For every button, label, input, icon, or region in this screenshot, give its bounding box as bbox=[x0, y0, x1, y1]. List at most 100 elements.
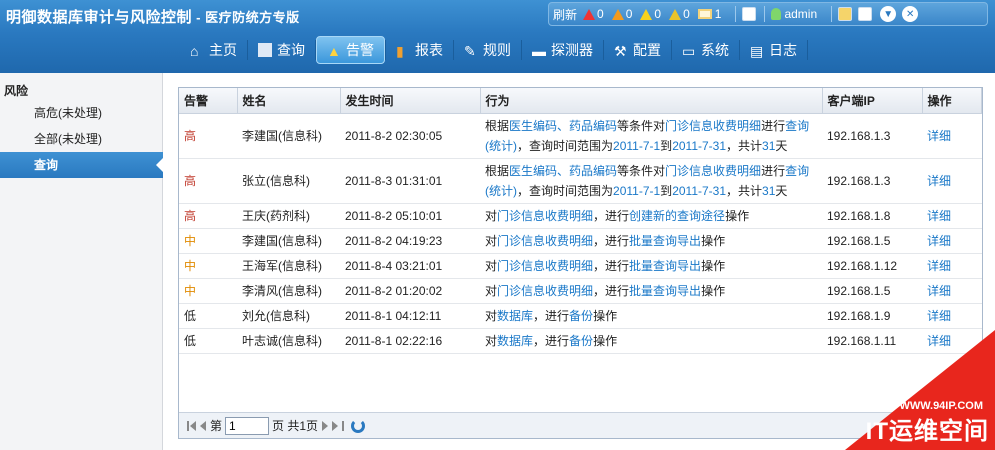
name-cell: 刘允(信息科) bbox=[237, 303, 340, 329]
window-icon[interactable] bbox=[742, 7, 757, 21]
behavior-link[interactable]: 门诊信息收费明细 bbox=[497, 234, 593, 248]
time-cell: 2011-8-2 04:19:23 bbox=[340, 228, 480, 254]
col-level[interactable]: 告警 bbox=[179, 88, 238, 114]
behavior-link[interactable]: 医生编码、药品编码 bbox=[509, 119, 617, 133]
prev-page-icon[interactable] bbox=[200, 420, 206, 431]
nav-config[interactable]: ⚒ 配置 bbox=[604, 35, 671, 65]
behavior-link[interactable]: 备份 bbox=[569, 309, 593, 323]
document-icon: ▤ bbox=[750, 43, 764, 59]
detail-link[interactable]: 详细 bbox=[922, 278, 982, 304]
level-cell: 高 bbox=[179, 158, 237, 204]
detail-link[interactable]: 详细 bbox=[922, 303, 982, 329]
col-ip[interactable]: 客户端IP bbox=[822, 88, 923, 114]
behavior-link[interactable]: 批量查询导出 bbox=[629, 284, 701, 298]
behavior-link[interactable]: 31 bbox=[762, 139, 775, 153]
alert-gold-counter[interactable]: 0 bbox=[669, 7, 690, 21]
sidebar-item-query[interactable]: 查询 bbox=[0, 152, 164, 178]
behavior-link[interactable]: 门诊信息收费明细 bbox=[497, 284, 593, 298]
watermark: WWW.94IP.COM IT运维空间 bbox=[845, 330, 995, 450]
page-number-input[interactable] bbox=[225, 416, 270, 435]
table-row[interactable]: 中 王海军(信息科) 2011-8-4 03:21:01 对门诊信息收费明细，进… bbox=[179, 253, 982, 279]
warning-icon: ▲ bbox=[327, 43, 341, 59]
behavior-cell: 根据医生编码、药品编码等条件对门诊信息收费明细进行查询(统计)，查询时间范围为2… bbox=[480, 158, 822, 204]
nav-home[interactable]: ⌂ 主页 bbox=[180, 35, 247, 65]
behavior-link[interactable]: 2011-7-1 bbox=[613, 184, 660, 198]
alert-yellow-icon bbox=[640, 8, 653, 20]
col-action[interactable]: 操作 bbox=[922, 88, 982, 114]
monitor-counter[interactable]: 1 bbox=[697, 7, 721, 21]
ip-cell: 192.168.1.3 bbox=[822, 113, 922, 159]
divider bbox=[735, 6, 737, 22]
behavior-link[interactable]: 医生编码、药品编码 bbox=[509, 164, 617, 178]
col-name[interactable]: 姓名 bbox=[237, 88, 341, 114]
behavior-link[interactable]: 门诊信息收费明细 bbox=[497, 209, 593, 223]
behavior-link[interactable]: 2011-7-31 bbox=[672, 139, 726, 153]
col-behavior[interactable]: 行为 bbox=[480, 88, 823, 114]
nav-system[interactable]: ▭ 系统 bbox=[672, 35, 739, 65]
alert-orange-counter[interactable]: 0 bbox=[611, 7, 632, 21]
logout-icon[interactable] bbox=[858, 7, 873, 21]
sidebar-item-high-risk[interactable]: 高危(未处理) bbox=[0, 100, 162, 126]
table-row[interactable]: 低 刘允(信息科) 2011-8-1 04:12:11 对数据库，进行备份操作 … bbox=[179, 303, 982, 329]
ip-cell: 192.168.1.3 bbox=[822, 158, 922, 204]
behavior-link[interactable]: 批量查询导出 bbox=[629, 259, 701, 273]
app-title: 明御数据库审计与风险控制 - 医疗防统方专版 bbox=[6, 6, 300, 27]
behavior-link[interactable]: 创建新的查询途径 bbox=[629, 209, 725, 223]
ip-cell: 192.168.1.5 bbox=[822, 228, 922, 254]
behavior-link[interactable]: 门诊信息收费明细 bbox=[665, 119, 761, 133]
behavior-link[interactable]: 2011-7-31 bbox=[672, 184, 726, 198]
alert-table: 告警 姓名 发生时间 行为 客户端IP 操作 高 李建国(信息科) 2011-8… bbox=[179, 88, 982, 354]
nav-alert[interactable]: ▲ 告警 bbox=[316, 36, 385, 64]
app-title-text: 明御数据库审计与风险控制 bbox=[6, 9, 193, 26]
ip-cell: 192.168.1.9 bbox=[822, 303, 922, 329]
alert-red-counter[interactable]: 0 bbox=[583, 7, 604, 21]
first-page-arrow-icon[interactable] bbox=[190, 420, 196, 431]
name-cell: 李清风(信息科) bbox=[237, 278, 340, 304]
monitor-icon: ▭ bbox=[682, 43, 696, 59]
sidebar-item-all[interactable]: 全部(未处理) bbox=[0, 126, 162, 152]
behavior-link[interactable]: 数据库 bbox=[497, 309, 533, 323]
refresh-icon[interactable] bbox=[351, 418, 366, 433]
behavior-link[interactable]: 批量查询导出 bbox=[629, 234, 701, 248]
chevron-down-icon[interactable]: ▼ bbox=[880, 6, 897, 22]
behavior-link[interactable]: 门诊信息收费明细 bbox=[497, 259, 593, 273]
nav-report[interactable]: ▮ 报表 bbox=[386, 35, 453, 65]
status-bar: 刷新 0 0 0 0 1 admin ▼ ✕ bbox=[548, 2, 988, 26]
table-row[interactable]: 中 李建国(信息科) 2011-8-2 04:19:23 对门诊信息收费明细，进… bbox=[179, 228, 982, 254]
behavior-link[interactable]: 31 bbox=[762, 184, 775, 198]
table-row[interactable]: 中 李清风(信息科) 2011-8-2 01:20:02 对门诊信息收费明细，进… bbox=[179, 278, 982, 304]
app-subtitle: - 医疗防统方专版 bbox=[192, 10, 300, 25]
nav-probe[interactable]: ▬ 探测器 bbox=[522, 35, 603, 65]
lock-icon[interactable] bbox=[838, 7, 853, 21]
alert-yellow-counter[interactable]: 0 bbox=[640, 7, 661, 21]
detail-link[interactable]: 详细 bbox=[922, 253, 982, 279]
table-row[interactable]: 高 张立(信息科) 2011-8-3 01:31:01 根据医生编码、药品编码等… bbox=[179, 158, 982, 204]
behavior-link[interactable]: 门诊信息收费明细 bbox=[665, 164, 761, 178]
table-row[interactable]: 高 王庆(药剂科) 2011-8-2 05:10:01 对门诊信息收费明细，进行… bbox=[179, 203, 982, 229]
detail-link[interactable]: 详细 bbox=[922, 158, 982, 204]
username[interactable]: admin bbox=[784, 7, 817, 21]
col-time[interactable]: 发生时间 bbox=[340, 88, 481, 114]
close-icon[interactable]: ✕ bbox=[902, 6, 919, 22]
detail-link[interactable]: 详细 bbox=[922, 203, 982, 229]
behavior-link[interactable]: 2011-7-1 bbox=[613, 139, 660, 153]
next-page-icon[interactable] bbox=[322, 420, 329, 431]
nav-log[interactable]: ▤ 日志 bbox=[740, 35, 807, 65]
behavior-link[interactable]: 备份 bbox=[569, 334, 593, 348]
first-page-icon[interactable] bbox=[187, 420, 189, 431]
name-cell: 张立(信息科) bbox=[237, 158, 340, 204]
refresh-link[interactable]: 刷新 bbox=[553, 6, 577, 23]
detail-link[interactable]: 详细 bbox=[922, 228, 982, 254]
table-row[interactable]: 高 李建国(信息科) 2011-8-2 02:30:05 根据医生编码、药品编码… bbox=[179, 113, 982, 159]
nav-rule[interactable]: ✎ 规则 bbox=[454, 35, 521, 65]
nav-query[interactable]: 查询 bbox=[248, 35, 315, 65]
behavior-cell: 根据医生编码、药品编码等条件对门诊信息收费明细进行查询(统计)，查询时间范围为2… bbox=[480, 113, 822, 159]
watermark-text: IT运维空间 bbox=[865, 418, 989, 445]
behavior-link[interactable]: 数据库 bbox=[497, 334, 533, 348]
detail-link[interactable]: 详细 bbox=[922, 113, 982, 159]
behavior-cell: 对门诊信息收费明细，进行创建新的查询途径操作 bbox=[480, 203, 822, 229]
time-cell: 2011-8-1 02:22:16 bbox=[340, 328, 480, 354]
name-cell: 李建国(信息科) bbox=[237, 228, 340, 254]
last-page-icon[interactable] bbox=[342, 420, 345, 431]
last-page-arrow-icon[interactable] bbox=[332, 420, 339, 431]
